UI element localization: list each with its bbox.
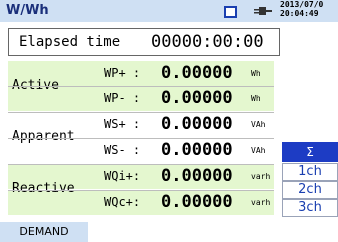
- measurement-symbol: WP+ :: [104, 66, 141, 80]
- footer-bar: DEMAND: [0, 222, 338, 242]
- measurement-unit: VAh: [251, 120, 266, 129]
- channel-2-button[interactable]: 2ch: [282, 181, 338, 199]
- row-divider: [8, 112, 274, 113]
- measurement-symbol: WS+ :: [104, 117, 141, 131]
- elapsed-time-label: Elapsed time: [19, 34, 121, 50]
- channel-1-button[interactable]: 1ch: [282, 163, 338, 181]
- measurement-symbol: WQc+:: [104, 195, 141, 209]
- measurement-symbol: WS- :: [104, 143, 141, 157]
- date-text: 2013/07/0: [280, 0, 324, 9]
- row-divider: [8, 86, 274, 87]
- power-plug-icon: [254, 7, 272, 15]
- measurement-unit: Wh: [251, 69, 261, 78]
- measurement-value: 0.00000: [161, 166, 233, 186]
- screen-title: W/Wh: [6, 3, 49, 18]
- row-divider: [8, 164, 274, 165]
- elapsed-time-value: 00000:00:00: [151, 32, 264, 52]
- measurement-value: 0.00000: [161, 63, 233, 83]
- measurement-unit: Wh: [251, 94, 261, 103]
- measurement-symbol: WQi+:: [104, 169, 141, 183]
- measurement-value: 0.00000: [161, 192, 233, 212]
- datetime-display: 2013/07/0 20:04:49: [280, 0, 338, 18]
- measurement-value: 0.00000: [161, 88, 233, 108]
- group-label-reactive: Reactive: [12, 181, 75, 196]
- row-divider: [8, 190, 274, 191]
- measurement-unit: varh: [251, 172, 271, 181]
- measurement-unit: varh: [251, 198, 271, 207]
- measurement-value: 0.00000: [161, 114, 233, 134]
- group-label-apparent: Apparent: [12, 129, 75, 144]
- channel-3-button[interactable]: 3ch: [282, 199, 338, 217]
- measurement-symbol: WP- :: [104, 91, 141, 105]
- row-divider: [8, 138, 274, 139]
- measurement-unit: VAh: [251, 146, 266, 155]
- header-bar: W/Wh 2013/07/0 20:04:49: [0, 0, 338, 22]
- channel-sum-button[interactable]: Σ: [282, 142, 338, 162]
- elapsed-time-box: Elapsed time 00000:00:00: [8, 28, 280, 56]
- memory-card-icon: [224, 6, 237, 18]
- measurement-value: 0.00000: [161, 140, 233, 160]
- demand-tab[interactable]: DEMAND: [0, 222, 88, 242]
- time-text: 20:04:49: [280, 9, 319, 18]
